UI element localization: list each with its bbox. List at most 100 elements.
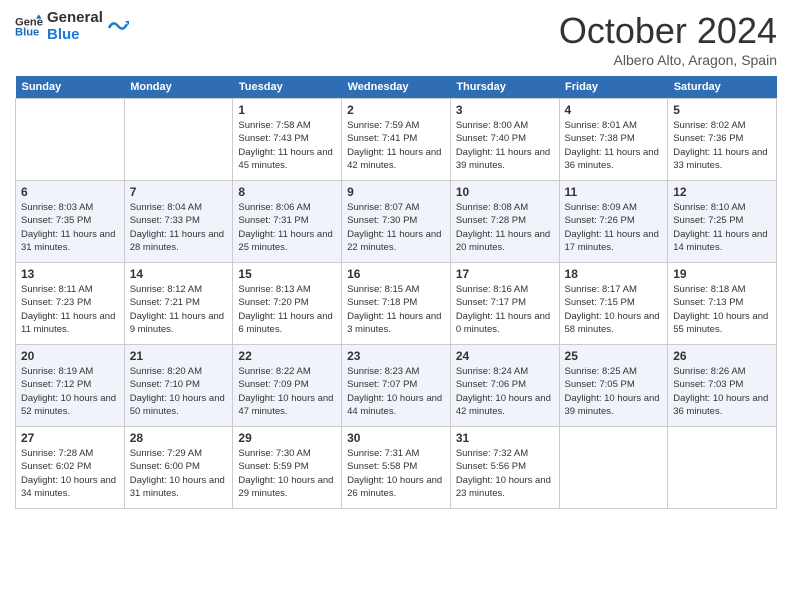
calendar-week-1: 1 Sunrise: 7:58 AM Sunset: 7:43 PM Daylig…: [16, 99, 777, 181]
day-number: 27: [21, 431, 119, 445]
day-info: Sunrise: 8:16 AM Sunset: 7:17 PM Dayligh…: [456, 283, 554, 336]
calendar-cell: 24Sunrise: 8:24 AM Sunset: 7:06 PM Dayli…: [450, 345, 559, 427]
day-info: Sunrise: 8:09 AM Sunset: 7:26 PM Dayligh…: [565, 201, 663, 254]
calendar-cell: [559, 427, 668, 509]
col-saturday: Saturday: [668, 76, 777, 99]
calendar-cell: 29Sunrise: 7:30 AM Sunset: 5:59 PM Dayli…: [233, 427, 342, 509]
day-number: 24: [456, 349, 554, 363]
calendar-cell: 16Sunrise: 8:15 AM Sunset: 7:18 PM Dayli…: [342, 263, 451, 345]
day-number: 6: [21, 185, 119, 199]
calendar-cell: 31 Sunrise: 7:32 AM Sunset: 5:56 PM Dayli…: [450, 427, 559, 509]
calendar-cell: 8 Sunrise: 8:06 AM Sunset: 7:31 PM Daylig…: [233, 181, 342, 263]
day-info: Sunrise: 7:59 AM Sunset: 7:41 PM Dayligh…: [347, 119, 445, 172]
day-info: Sunrise: 7:28 AM Sunset: 6:02 PM Dayligh…: [21, 447, 119, 500]
day-number: 29: [238, 431, 336, 445]
day-number: 26: [673, 349, 771, 363]
page: General Blue General Blue October 2024 A…: [0, 0, 792, 519]
svg-text:Blue: Blue: [15, 26, 39, 38]
logo: General Blue General Blue: [15, 10, 129, 43]
day-info: Sunrise: 8:22 AM Sunset: 7:09 PM Dayligh…: [238, 365, 336, 418]
calendar-cell: 7Sunrise: 8:04 AM Sunset: 7:33 PM Daylig…: [124, 181, 233, 263]
col-monday: Monday: [124, 76, 233, 99]
day-info: Sunrise: 8:00 AM Sunset: 7:40 PM Dayligh…: [456, 119, 554, 172]
day-number: 28: [130, 431, 228, 445]
col-thursday: Thursday: [450, 76, 559, 99]
calendar-week-2: 6 Sunrise: 8:03 AM Sunset: 7:35 PM Daylig…: [16, 181, 777, 263]
day-info: Sunrise: 8:18 AM Sunset: 7:13 PM Dayligh…: [673, 283, 771, 336]
calendar-cell: 6 Sunrise: 8:03 AM Sunset: 7:35 PM Daylig…: [16, 181, 125, 263]
header: General Blue General Blue October 2024 A…: [15, 10, 777, 68]
calendar-cell: 2 Sunrise: 7:59 AM Sunset: 7:41 PM Daylig…: [342, 99, 451, 181]
month-title: October 2024: [559, 10, 777, 52]
calendar-cell: 21 Sunrise: 8:20 AM Sunset: 7:10 PM Dayli…: [124, 345, 233, 427]
day-number: 13: [21, 267, 119, 281]
day-info: Sunrise: 8:03 AM Sunset: 7:35 PM Dayligh…: [21, 201, 119, 254]
day-info: Sunrise: 8:06 AM Sunset: 7:31 PM Dayligh…: [238, 201, 336, 254]
logo-blue: Blue: [47, 27, 103, 44]
calendar-cell: 19 Sunrise: 8:18 AM Sunset: 7:13 PM Dayli…: [668, 263, 777, 345]
day-number: 11: [565, 185, 663, 199]
day-number: 2: [347, 103, 445, 117]
day-info: Sunrise: 7:32 AM Sunset: 5:56 PM Dayligh…: [456, 447, 554, 500]
day-info: Sunrise: 8:23 AM Sunset: 7:07 PM Dayligh…: [347, 365, 445, 418]
calendar-cell: 11 Sunrise: 8:09 AM Sunset: 7:26 PM Dayli…: [559, 181, 668, 263]
day-info: Sunrise: 8:19 AM Sunset: 7:12 PM Dayligh…: [21, 365, 119, 418]
header-row: Sunday Monday Tuesday Wednesday Thursday…: [16, 76, 777, 99]
calendar-cell: 27 Sunrise: 7:28 AM Sunset: 6:02 PM Dayli…: [16, 427, 125, 509]
day-number: 18: [565, 267, 663, 281]
day-number: 25: [565, 349, 663, 363]
day-number: 1: [238, 103, 336, 117]
calendar-cell: 30Sunrise: 7:31 AM Sunset: 5:58 PM Dayli…: [342, 427, 451, 509]
calendar-cell: 3Sunrise: 8:00 AM Sunset: 7:40 PM Daylig…: [450, 99, 559, 181]
calendar-week-4: 20Sunrise: 8:19 AM Sunset: 7:12 PM Dayli…: [16, 345, 777, 427]
day-info: Sunrise: 8:10 AM Sunset: 7:25 PM Dayligh…: [673, 201, 771, 254]
calendar-cell: 20Sunrise: 8:19 AM Sunset: 7:12 PM Dayli…: [16, 345, 125, 427]
day-number: 21: [130, 349, 228, 363]
calendar-cell: 13 Sunrise: 8:11 AM Sunset: 7:23 PM Dayli…: [16, 263, 125, 345]
day-info: Sunrise: 8:15 AM Sunset: 7:18 PM Dayligh…: [347, 283, 445, 336]
col-friday: Friday: [559, 76, 668, 99]
logo-icon: General Blue: [15, 13, 43, 41]
calendar-cell: 4 Sunrise: 8:01 AM Sunset: 7:38 PM Daylig…: [559, 99, 668, 181]
day-number: 8: [238, 185, 336, 199]
calendar-week-3: 13 Sunrise: 8:11 AM Sunset: 7:23 PM Dayli…: [16, 263, 777, 345]
calendar-cell: 12 Sunrise: 8:10 AM Sunset: 7:25 PM Dayli…: [668, 181, 777, 263]
title-block: October 2024 Albero Alto, Aragon, Spain: [559, 10, 777, 68]
calendar-cell: 14Sunrise: 8:12 AM Sunset: 7:21 PM Dayli…: [124, 263, 233, 345]
calendar-cell: 1 Sunrise: 7:58 AM Sunset: 7:43 PM Daylig…: [233, 99, 342, 181]
day-number: 15: [238, 267, 336, 281]
day-info: Sunrise: 7:29 AM Sunset: 6:00 PM Dayligh…: [130, 447, 228, 500]
day-info: Sunrise: 8:26 AM Sunset: 7:03 PM Dayligh…: [673, 365, 771, 418]
logo-wave-icon: [107, 16, 129, 38]
calendar-cell: [124, 99, 233, 181]
day-number: 31: [456, 431, 554, 445]
calendar-cell: 17Sunrise: 8:16 AM Sunset: 7:17 PM Dayli…: [450, 263, 559, 345]
calendar-week-5: 27 Sunrise: 7:28 AM Sunset: 6:02 PM Dayli…: [16, 427, 777, 509]
day-number: 9: [347, 185, 445, 199]
location: Albero Alto, Aragon, Spain: [559, 52, 777, 68]
day-info: Sunrise: 7:31 AM Sunset: 5:58 PM Dayligh…: [347, 447, 445, 500]
day-number: 4: [565, 103, 663, 117]
day-number: 19: [673, 267, 771, 281]
day-info: Sunrise: 8:01 AM Sunset: 7:38 PM Dayligh…: [565, 119, 663, 172]
calendar-cell: 9Sunrise: 8:07 AM Sunset: 7:30 PM Daylig…: [342, 181, 451, 263]
day-info: Sunrise: 8:20 AM Sunset: 7:10 PM Dayligh…: [130, 365, 228, 418]
day-number: 23: [347, 349, 445, 363]
calendar-cell: 18Sunrise: 8:17 AM Sunset: 7:15 PM Dayli…: [559, 263, 668, 345]
calendar-cell: 25 Sunrise: 8:25 AM Sunset: 7:05 PM Dayli…: [559, 345, 668, 427]
day-info: Sunrise: 8:25 AM Sunset: 7:05 PM Dayligh…: [565, 365, 663, 418]
col-sunday: Sunday: [16, 76, 125, 99]
day-info: Sunrise: 8:08 AM Sunset: 7:28 PM Dayligh…: [456, 201, 554, 254]
day-number: 12: [673, 185, 771, 199]
day-number: 10: [456, 185, 554, 199]
col-tuesday: Tuesday: [233, 76, 342, 99]
day-info: Sunrise: 8:02 AM Sunset: 7:36 PM Dayligh…: [673, 119, 771, 172]
col-wednesday: Wednesday: [342, 76, 451, 99]
calendar-cell: [16, 99, 125, 181]
calendar-cell: 28 Sunrise: 7:29 AM Sunset: 6:00 PM Dayli…: [124, 427, 233, 509]
day-number: 7: [130, 185, 228, 199]
calendar-cell: 23 Sunrise: 8:23 AM Sunset: 7:07 PM Dayli…: [342, 345, 451, 427]
day-info: Sunrise: 8:11 AM Sunset: 7:23 PM Dayligh…: [21, 283, 119, 336]
calendar-cell: 26 Sunrise: 8:26 AM Sunset: 7:03 PM Dayli…: [668, 345, 777, 427]
day-info: Sunrise: 7:58 AM Sunset: 7:43 PM Dayligh…: [238, 119, 336, 172]
